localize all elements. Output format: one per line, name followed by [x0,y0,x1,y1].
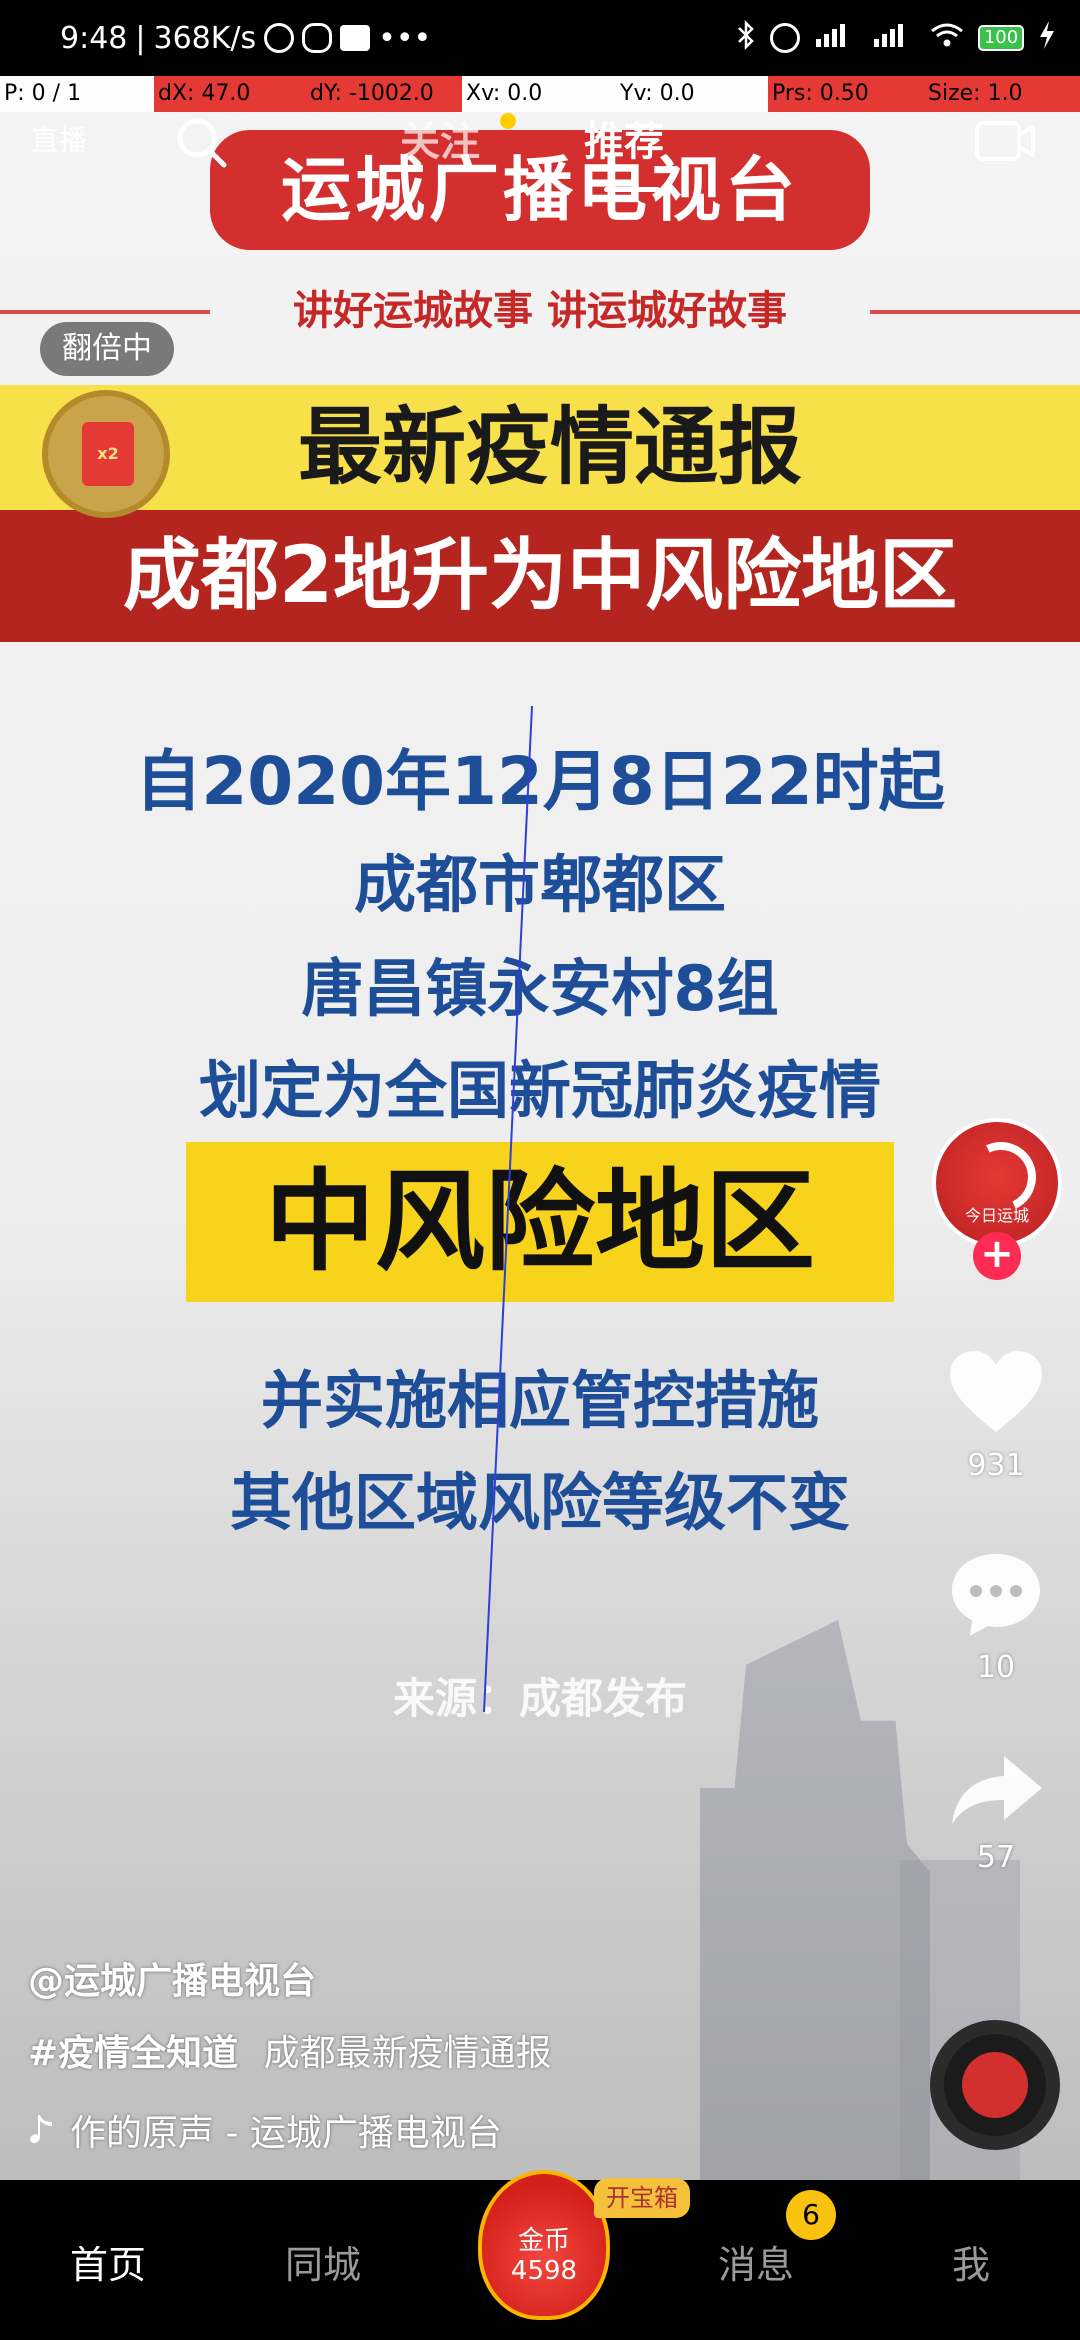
music-cover-icon [962,2052,1028,2118]
slogan-divider-left [0,310,210,314]
share-button[interactable]: 57 [938,1750,1054,1875]
author-avatar[interactable]: 今日运城 [932,1118,1062,1248]
notice-line-2: 成都市郫都区 [353,848,726,921]
share-count: 57 [976,1840,1016,1875]
follow-update-dot [500,113,516,129]
active-tab-indicator [604,187,660,192]
avatar-logo-text: 今日运城 [964,1206,1029,1225]
red-packet-timer-button[interactable]: x2 [42,390,170,518]
music-disc[interactable] [930,2020,1060,2150]
signal-2-icon [872,21,916,56]
bluetooth-icon [736,19,756,57]
message-count-badge: 6 [786,2190,836,2240]
signal-1-icon [814,21,858,56]
tab-recommend[interactable]: 推荐 [584,109,664,167]
medium-risk-label: 中风险地区 [186,1142,894,1302]
heart-icon [950,1351,1042,1432]
live-button[interactable]: 直播 [28,111,90,173]
tab-follow[interactable]: 关注 [400,109,480,167]
wechat-icon [302,23,333,53]
source-watermark: 来源：成都发布 [392,1674,687,1723]
video-description: #疫情全知道 成都最新疫情通报 [28,2024,552,2076]
double-reward-badge: 翻倍中 [40,322,174,376]
camera-icon[interactable] [974,113,1036,169]
follow-button[interactable]: + [973,1232,1021,1280]
nav-messages[interactable]: 消息 [718,2234,794,2289]
hashtag-link[interactable]: #疫情全知道 [28,2033,238,2074]
share-arrow-icon [952,1756,1042,1824]
comment-icon [952,1554,1040,1636]
network-speed: 368K/s [153,20,257,56]
description-text: 成都最新疫情通报 [263,2033,552,2074]
music-info[interactable]: 作的原声 - 运城广播电视台 [28,2104,502,2156]
notice-line-4: 划定为全国新冠肺炎疫情 [198,1054,881,1127]
channel-slogan: 讲好运城故事 讲运城好故事 [293,288,787,334]
top-nav: 直播 关注 推荐 [0,105,1080,192]
clock-icon [264,23,295,53]
open-chest-tag[interactable]: 开宝箱 [594,2178,690,2218]
status-bar: 9:48 | 368K/s ••• 100 [0,0,1080,76]
music-note-icon [28,2113,54,2147]
comment-count: 10 [976,1650,1016,1685]
more-notifications-icon: ••• [378,20,432,56]
notice-line-5: 并实施相应管控措施 [260,1364,819,1437]
nav-home[interactable]: 首页 [70,2234,146,2289]
notice-line-3: 唐昌镇永安村8组 [301,952,779,1025]
message-icon [340,25,371,51]
status-separator: | [135,20,146,56]
notice-line-6: 其他区域风险等级不变 [229,1466,850,1539]
slogan-divider-right [870,310,1080,314]
coin-label: 金币 [517,2226,570,2256]
music-title: 作的原声 - 运城广播电视台 [70,2113,502,2154]
nfc-icon [770,23,800,53]
comment-button[interactable]: 10 [938,1548,1054,1685]
red-packet-icon: x2 [82,422,134,486]
nav-nearby[interactable]: 同城 [285,2234,361,2289]
battery-icon: 100 [978,25,1024,51]
coin-count: 4598 [510,2256,578,2286]
like-count: 931 [967,1448,1025,1483]
coin-bag-button[interactable]: 金币 4598 [478,2170,610,2320]
search-icon[interactable] [172,113,232,173]
status-time: 9:48 [60,20,128,56]
notice-line-1: 自2020年12月8日22时起 [135,743,945,820]
nav-profile[interactable]: 我 [952,2234,990,2289]
headline-chengdu: 成都2地升为中风险地区 [0,510,1080,642]
wifi-icon [930,21,964,56]
charging-icon [1038,20,1056,57]
author-name[interactable]: @运城广播电视台 [28,1952,316,2004]
like-button[interactable]: 931 [938,1348,1054,1483]
